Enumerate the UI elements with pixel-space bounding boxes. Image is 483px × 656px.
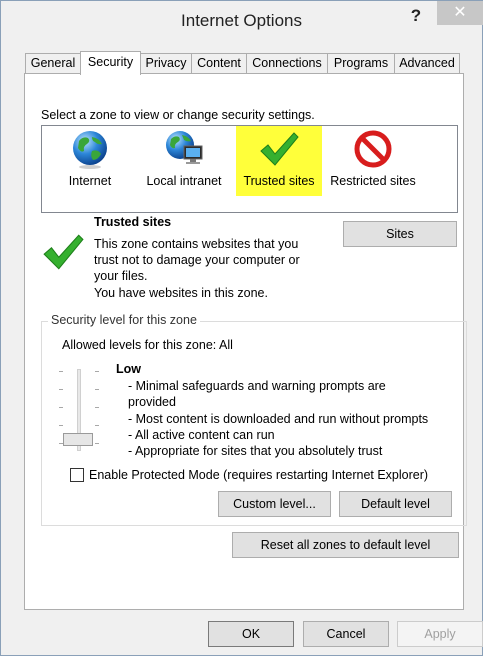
- protected-mode-label[interactable]: Enable Protected Mode (requires restarti…: [89, 468, 428, 482]
- cancel-button[interactable]: Cancel: [303, 621, 389, 647]
- custom-level-button[interactable]: Custom level...: [218, 491, 331, 517]
- tab-privacy[interactable]: Privacy: [140, 53, 192, 74]
- default-level-button[interactable]: Default level: [339, 491, 452, 517]
- tab-connections[interactable]: Connections: [246, 53, 328, 74]
- security-level-group: Security level for this zone Allowed lev…: [41, 313, 467, 526]
- trusted-sites-check-icon: [43, 234, 84, 270]
- zone-info-title: Trusted sites: [94, 215, 172, 229]
- zone-instruction: Select a zone to view or change security…: [41, 108, 315, 122]
- zone-description-line: your files.: [94, 269, 148, 283]
- slider-tick: [95, 443, 99, 444]
- level-description-line: - Appropriate for sites that you absolut…: [128, 444, 383, 458]
- network-globe-icon: [166, 131, 203, 164]
- zone-label: Trusted sites: [243, 174, 315, 188]
- slider-tick: [95, 371, 99, 372]
- tab-general[interactable]: General: [25, 53, 81, 74]
- zone-local-intranet[interactable]: Local intranet: [142, 126, 226, 196]
- slider-tick: [59, 371, 63, 372]
- zone-trusted-sites[interactable]: Trusted sites: [236, 126, 322, 196]
- slider-tick: [59, 425, 63, 426]
- allowed-levels-label: Allowed levels for this zone: All: [62, 338, 233, 352]
- close-button[interactable]: ✕: [437, 1, 483, 25]
- level-description-line: - Minimal safeguards and warning prompts…: [128, 379, 386, 393]
- zone-restricted-sites[interactable]: Restricted sites: [328, 126, 418, 196]
- ok-button[interactable]: OK: [208, 621, 294, 647]
- red-prohibited-icon: [354, 130, 392, 168]
- slider-tick: [95, 389, 99, 390]
- group-title: Security level for this zone: [48, 313, 200, 327]
- slider-tick: [59, 389, 63, 390]
- apply-button[interactable]: Apply: [397, 621, 483, 647]
- tab-advanced[interactable]: Advanced: [394, 53, 460, 74]
- zone-list: Internet Local intranet Trusted sites Re…: [41, 125, 458, 213]
- reset-all-zones-button[interactable]: Reset all zones to default level: [232, 532, 459, 558]
- sites-button[interactable]: Sites: [343, 221, 457, 247]
- zone-label: Restricted sites: [330, 174, 416, 188]
- help-button[interactable]: ?: [401, 5, 431, 29]
- level-description-line: provided: [128, 395, 176, 409]
- tab-content[interactable]: Content: [191, 53, 247, 74]
- close-icon: ✕: [453, 4, 467, 21]
- zone-label: Local intranet: [146, 174, 222, 188]
- zone-internet[interactable]: Internet: [58, 126, 122, 196]
- level-description-line: - Most content is downloaded and run wit…: [128, 412, 429, 426]
- globe-icon: [73, 131, 107, 169]
- security-level-name: Low: [116, 362, 141, 376]
- title-bar[interactable]: Internet Options ? ✕: [1, 1, 483, 41]
- slider-tick: [59, 407, 63, 408]
- slider-tick: [95, 425, 99, 426]
- zone-description-line: This zone contains websites that you: [94, 237, 299, 251]
- slider-tick: [95, 407, 99, 408]
- internet-options-dialog: Internet Options ? ✕ General Security Pr…: [0, 0, 483, 656]
- zone-description-line: trust not to damage your computer or: [94, 253, 300, 267]
- tab-security[interactable]: Security: [80, 51, 141, 75]
- zone-note: You have websites in this zone.: [94, 286, 268, 300]
- protected-mode-checkbox[interactable]: [70, 468, 84, 482]
- level-description-line: - All active content can run: [128, 428, 275, 442]
- tab-strip: General Security Privacy Content Connect…: [25, 51, 465, 75]
- zone-label: Internet: [68, 174, 112, 188]
- slider-thumb[interactable]: [63, 433, 93, 446]
- security-tab-panel: Select a zone to view or change security…: [24, 73, 467, 610]
- tab-programs[interactable]: Programs: [327, 53, 395, 74]
- green-check-icon: [260, 132, 299, 166]
